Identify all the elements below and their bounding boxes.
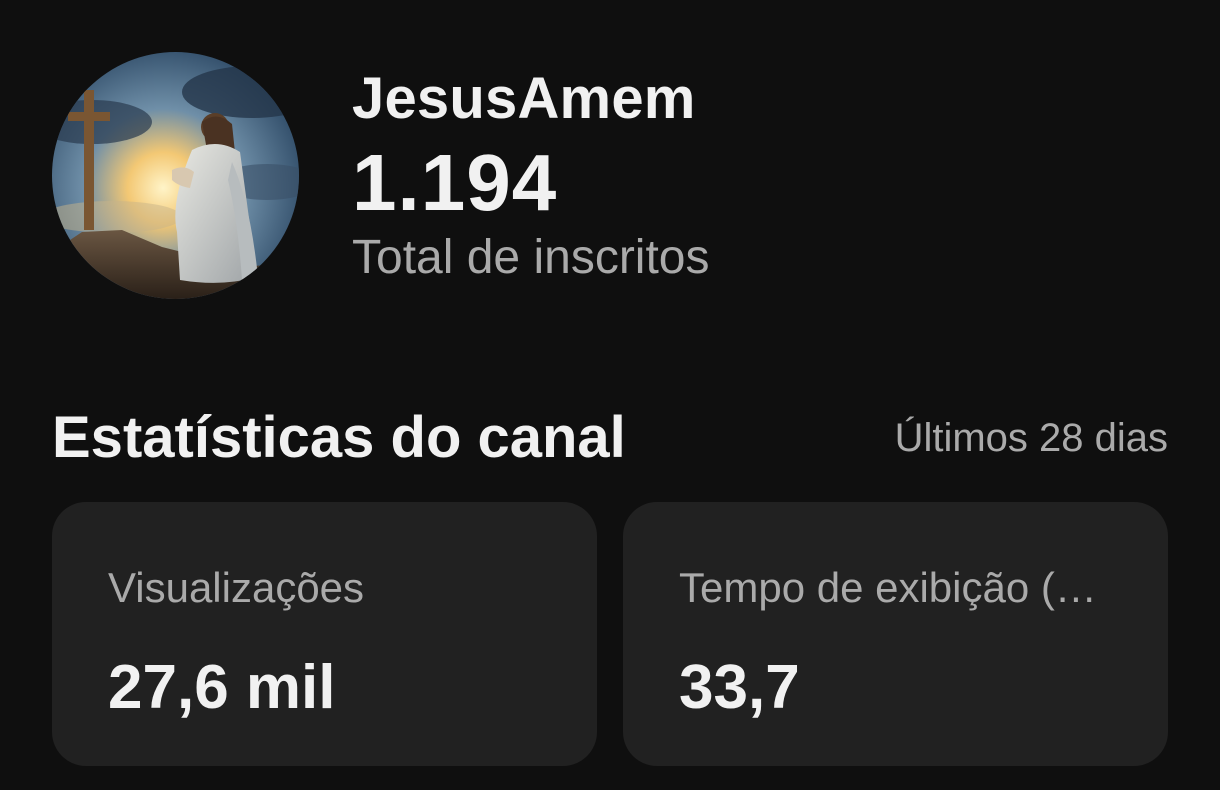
views-label: Visualizações — [108, 564, 365, 611]
channel-avatar[interactable] — [52, 52, 299, 299]
avatar-image-icon — [52, 52, 299, 299]
watch-time-card[interactable]: Tempo de exibição (… 33,7 — [623, 502, 1168, 766]
subscriber-label: Total de inscritos — [352, 231, 710, 284]
stats-period: Últimos 28 dias — [894, 416, 1168, 460]
channel-name[interactable]: JesusAmem — [352, 66, 710, 132]
watch-time-value: 33,7 — [679, 653, 800, 722]
channel-stats-header: Estatísticas do canal Últimos 28 dias — [52, 400, 1168, 476]
channel-info: JesusAmem 1.194 Total de inscritos — [352, 66, 710, 286]
views-card[interactable]: Visualizações 27,6 mil — [52, 502, 597, 766]
stats-title: Estatísticas do canal — [52, 405, 626, 470]
watch-time-label: Tempo de exibição (… — [679, 564, 1097, 611]
channel-stats-page: JesusAmem 1.194 Total de inscritos Estat… — [0, 0, 1220, 790]
subscriber-count: 1.194 — [352, 138, 558, 227]
views-value: 27,6 mil — [108, 653, 336, 722]
channel-header: JesusAmem 1.194 Total de inscritos — [52, 52, 1172, 302]
